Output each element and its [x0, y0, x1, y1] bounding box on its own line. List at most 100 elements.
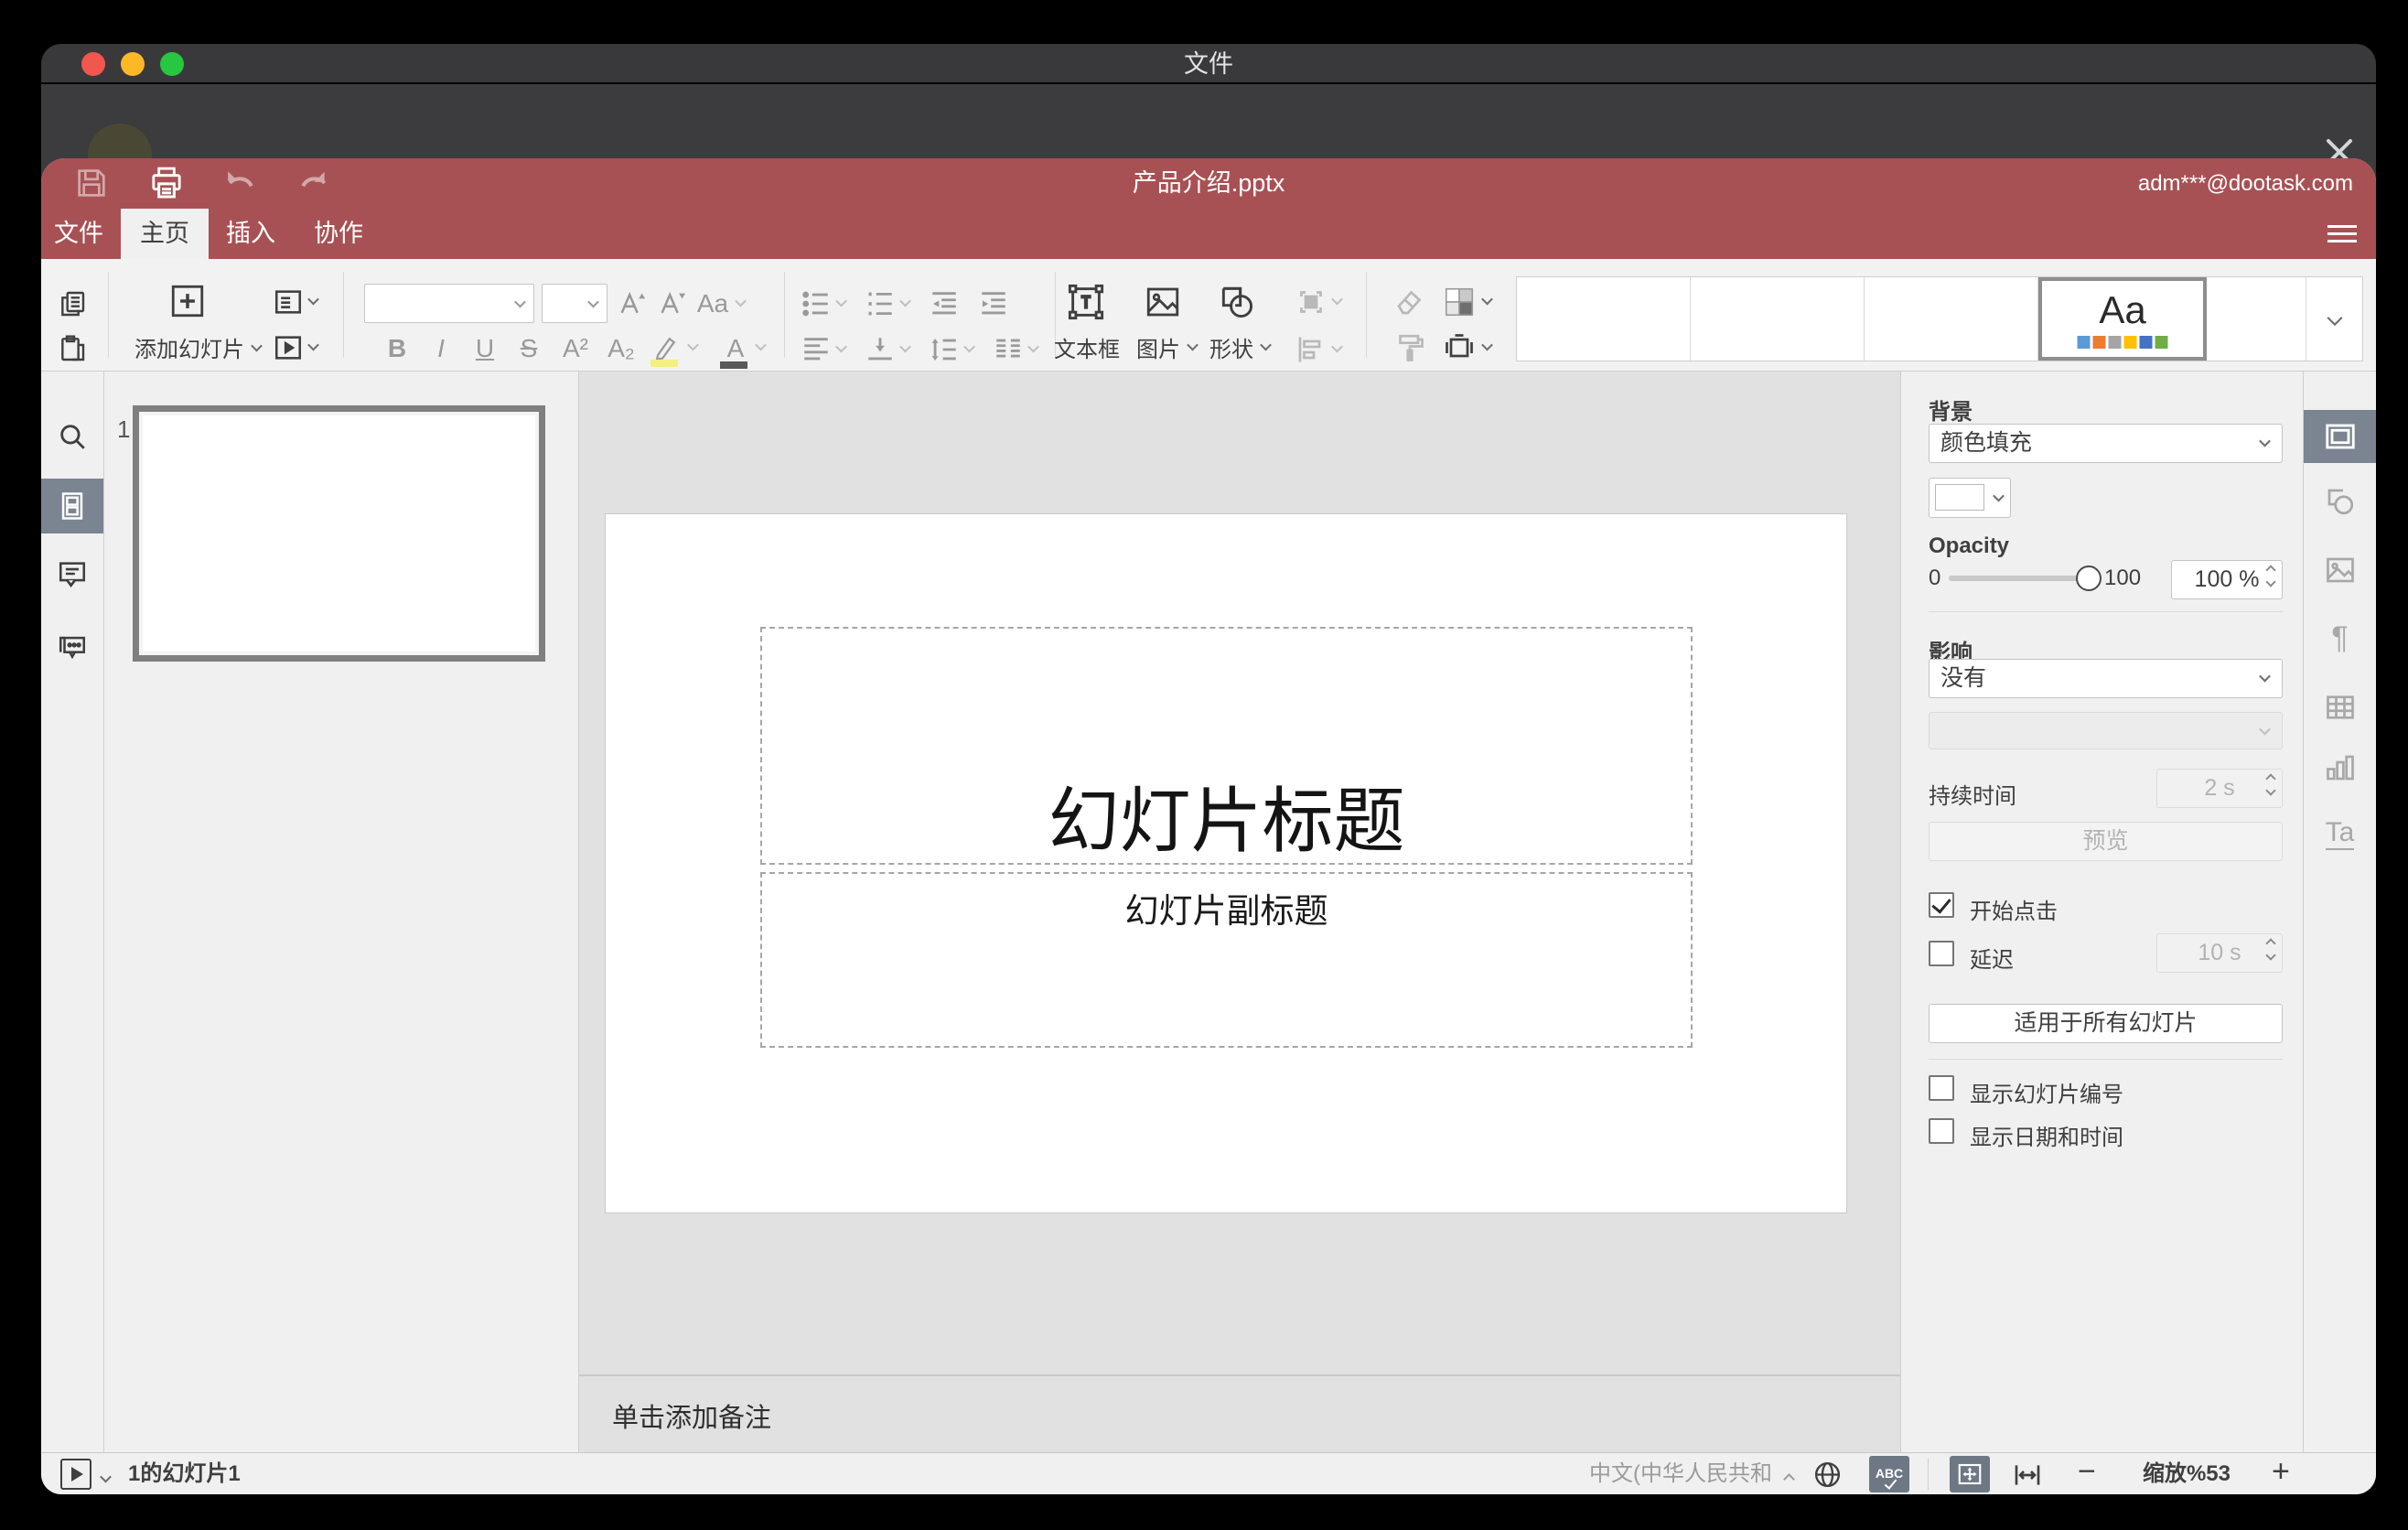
show-date-time-checkbox[interactable] [1929, 1118, 1954, 1144]
align-shape-icon[interactable] [1293, 333, 1329, 366]
bold-button[interactable]: B [382, 330, 413, 367]
arrange-shape-chevron-icon[interactable] [1331, 293, 1343, 306]
eraser-icon[interactable] [1392, 286, 1428, 318]
highlight-color-button[interactable] [649, 329, 683, 367]
slide-size-chevron-icon[interactable] [1481, 339, 1493, 351]
start-slideshow-status-icon[interactable] [60, 1459, 91, 1490]
title-placeholder[interactable]: 幻灯片标题 [760, 627, 1693, 865]
font-name-select[interactable] [364, 284, 534, 323]
background-color-picker[interactable] [1929, 478, 2011, 518]
start-on-click-checkbox[interactable] [1929, 892, 1954, 918]
add-slide-button[interactable]: 添加幻灯片 [129, 330, 266, 363]
apply-to-all-slides-button[interactable]: 适用于所有幻灯片 [1929, 1004, 2283, 1043]
slide-thumbnail[interactable] [133, 405, 545, 662]
increase-indent-icon[interactable] [976, 287, 1011, 320]
zoom-in-button[interactable]: + [2272, 1451, 2290, 1492]
insert-image-icon[interactable] [1143, 283, 1183, 321]
underline-button[interactable]: U [469, 330, 500, 367]
superscript-button[interactable]: A² [555, 330, 596, 367]
line-spacing-chevron-icon[interactable] [963, 340, 975, 353]
line-spacing-icon[interactable] [927, 333, 962, 366]
background-fill-select[interactable]: 颜色填充 [1929, 424, 2283, 463]
decrease-indent-icon[interactable] [927, 287, 962, 320]
notes-placeholder[interactable]: 单击添加备注 [612, 1396, 771, 1435]
slide-layout-button[interactable] [272, 286, 305, 318]
highlight-color-chevron-icon[interactable] [687, 339, 699, 351]
theme-option[interactable] [1691, 277, 1865, 361]
horizontal-align-chevron-icon[interactable] [835, 340, 847, 353]
theme-option[interactable] [1517, 277, 1691, 361]
paint-roller-icon[interactable] [1392, 331, 1428, 364]
spellcheck-button[interactable]: ABC [1869, 1456, 1909, 1492]
fit-to-slide-button[interactable] [1950, 1456, 1990, 1492]
textbox-button[interactable]: 文本框 [1051, 330, 1123, 363]
slide-layout-chevron-icon[interactable] [307, 293, 319, 306]
chart-settings-icon[interactable] [2304, 741, 2376, 794]
horizontal-align-icon[interactable] [799, 333, 833, 366]
subtitle-placeholder[interactable]: 幻灯片副标题 [760, 872, 1693, 1048]
chat-button[interactable] [41, 620, 103, 674]
tab-file[interactable]: 文件 [52, 209, 105, 259]
insert-shape-button[interactable]: 形状 [1205, 330, 1258, 363]
columns-icon[interactable] [991, 333, 1026, 366]
theme-gallery-expand-icon[interactable] [2306, 277, 2362, 361]
slide-settings-icon[interactable] [2304, 410, 2376, 463]
image-settings-icon[interactable] [2304, 544, 2376, 597]
vertical-align-icon[interactable] [863, 333, 898, 366]
textbox-icon[interactable] [1064, 280, 1108, 324]
theme-option-selected[interactable]: Aa [2038, 277, 2207, 361]
document-language-icon[interactable] [1812, 1460, 1843, 1490]
slideshow-chevron-icon[interactable] [100, 1471, 112, 1487]
opacity-spinner[interactable]: 100 % [2171, 560, 2283, 599]
zoom-level-label[interactable]: 缩放%53 [2136, 1453, 2237, 1494]
delay-checkbox[interactable] [1929, 941, 1954, 966]
insert-shape-icon[interactable] [1216, 281, 1258, 323]
show-slide-number-checkbox[interactable] [1929, 1075, 1954, 1101]
slides-panel-button[interactable] [41, 479, 103, 533]
theme-option[interactable] [2207, 277, 2306, 361]
delay-spinner[interactable]: 10 s [2156, 933, 2283, 973]
textart-settings-icon[interactable]: Ta [2304, 807, 2376, 860]
start-slideshow-button[interactable] [272, 331, 305, 364]
theme-option[interactable] [1865, 277, 2038, 361]
numbered-list-chevron-icon[interactable] [899, 295, 911, 307]
insert-shape-chevron-icon[interactable] [1260, 339, 1272, 351]
bullet-list-icon[interactable] [799, 287, 833, 320]
language-caret-icon[interactable] [1783, 1471, 1795, 1488]
shape-settings-icon[interactable] [2304, 475, 2376, 528]
vertical-align-chevron-icon[interactable] [899, 340, 911, 353]
paste-button[interactable] [54, 332, 91, 365]
slide-surface[interactable]: 幻灯片标题 幻灯片副标题 [606, 514, 1846, 1212]
subscript-button[interactable]: A₂ [601, 330, 641, 367]
table-settings-icon[interactable] [2304, 681, 2376, 734]
bullet-list-chevron-icon[interactable] [835, 295, 847, 307]
font-color-button[interactable]: A [718, 330, 753, 369]
arrange-shape-icon[interactable] [1293, 286, 1329, 318]
align-shape-chevron-icon[interactable] [1331, 340, 1343, 353]
decrease-font-icon[interactable] [656, 287, 689, 320]
opacity-slider-handle[interactable] [2076, 566, 2102, 591]
start-slideshow-chevron-icon[interactable] [307, 339, 319, 351]
copy-button[interactable] [54, 287, 91, 320]
add-slide-icon[interactable] [168, 282, 207, 320]
zoom-out-button[interactable]: − [2078, 1451, 2096, 1492]
comments-button[interactable] [41, 546, 103, 601]
theme-colors-icon[interactable] [1441, 284, 1478, 320]
tab-collaboration[interactable]: 协作 [312, 209, 365, 259]
font-color-chevron-icon[interactable] [755, 339, 767, 351]
font-size-select[interactable] [542, 284, 607, 323]
tab-insert[interactable]: 插入 [224, 209, 277, 259]
paragraph-settings-icon[interactable]: ¶ [2304, 611, 2376, 664]
change-case-chevron-icon[interactable] [735, 295, 747, 307]
strikeout-button[interactable]: S [513, 330, 544, 367]
notes-divider[interactable] [579, 1374, 1900, 1376]
insert-image-chevron-icon[interactable] [1187, 339, 1199, 351]
effect-select[interactable]: 没有 [1929, 659, 2283, 698]
fit-to-width-button[interactable] [2013, 1460, 2042, 1490]
numbered-list-icon[interactable] [863, 287, 898, 320]
effect-type-select[interactable] [1929, 712, 2283, 749]
tab-home[interactable]: 主页 [121, 209, 209, 259]
preview-button[interactable]: 预览 [1929, 822, 2283, 861]
duration-spinner[interactable]: 2 s [2156, 769, 2283, 808]
change-case-icon[interactable]: Aa [693, 287, 733, 320]
